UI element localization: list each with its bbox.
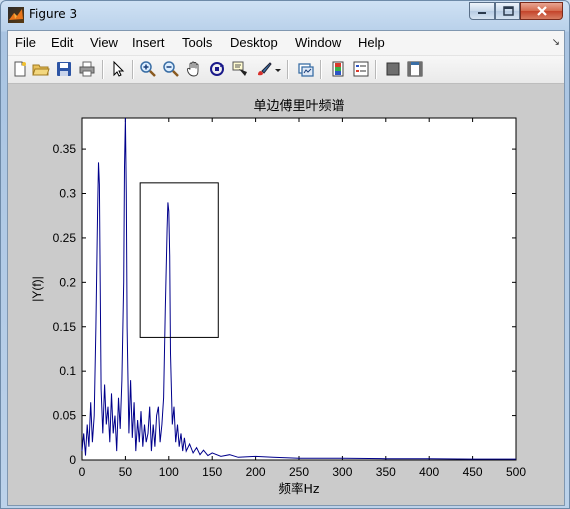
window-title: Figure 3 — [29, 7, 78, 21]
y-tick-label: 0.05 — [53, 409, 77, 423]
zoom-out-icon[interactable] — [162, 60, 180, 78]
plot-axes-box[interactable] — [81, 117, 517, 461]
x-tick-label: 500 — [506, 465, 526, 479]
x-tick-label: 100 — [159, 465, 179, 479]
menu-bar: File Edit View Insert Tools Desktop Wind… — [8, 31, 564, 56]
y-tick-label: 0.35 — [53, 142, 77, 156]
x-tick-label: 0 — [79, 465, 86, 479]
x-tick-label: 400 — [419, 465, 439, 479]
y-axis-label: |Y(f)| — [30, 276, 44, 302]
menu-edit[interactable]: Edit — [51, 35, 73, 50]
close-button[interactable] — [520, 2, 563, 20]
y-tick-label: 0.2 — [59, 275, 76, 289]
y-tick-label: 0 — [69, 453, 76, 467]
menu-help[interactable]: Help — [358, 35, 385, 50]
matlab-logo-icon — [8, 7, 24, 23]
figure-toolbar — [8, 56, 564, 84]
x-tick-label: 300 — [332, 465, 352, 479]
edit-plot-arrow-icon[interactable] — [109, 60, 127, 78]
menu-tools[interactable]: Tools — [182, 35, 212, 50]
figure-window: Figure 3 File Edit View Insert Tools Des… — [0, 0, 570, 509]
insert-legend-icon[interactable] — [352, 60, 370, 78]
x-axis-label: 频率Hz — [279, 481, 320, 496]
y-tick-label: 0.3 — [59, 187, 76, 201]
save-icon[interactable] — [55, 60, 73, 78]
x-tick-label: 50 — [119, 465, 133, 479]
x-tick-label: 450 — [463, 465, 483, 479]
brush-icon[interactable] — [255, 60, 273, 78]
figure-canvas: 单边傅里叶频谱 频率Hz |Y(f)| 0 50 100 150 200 250 300 35… — [8, 84, 564, 505]
minimize-button[interactable] — [469, 2, 495, 20]
menu-file[interactable]: File — [15, 35, 36, 50]
y-tick-label: 0.15 — [53, 320, 77, 334]
x-tick-label: 350 — [376, 465, 396, 479]
menu-window[interactable]: Window — [295, 35, 341, 50]
link-plot-icon[interactable] — [297, 60, 315, 78]
y-tick-label: 0.1 — [59, 364, 76, 378]
toolbar-separator — [132, 60, 134, 79]
zoom-in-icon[interactable] — [139, 60, 157, 78]
chart-svg[interactable]: 单边傅里叶频谱 频率Hz |Y(f)| 0 50 100 150 200 250 300 35… — [8, 84, 564, 505]
toolbar-separator — [320, 60, 322, 79]
toolbar-separator — [102, 60, 104, 79]
show-plot-tools-icon[interactable] — [406, 60, 424, 78]
insert-colorbar-icon[interactable] — [329, 60, 347, 78]
x-tick-label: 250 — [289, 465, 309, 479]
brush-dropdown-icon[interactable] — [274, 60, 282, 78]
data-cursor-icon[interactable] — [231, 60, 249, 78]
x-tick-label: 150 — [202, 465, 222, 479]
toolbar-separator — [287, 60, 289, 79]
pan-hand-icon[interactable] — [185, 60, 203, 78]
figure-client-area: File Edit View Insert Tools Desktop Wind… — [7, 30, 565, 506]
title-bar[interactable]: Figure 3 — [1, 1, 569, 30]
toolbar-separator — [375, 60, 377, 79]
menubar-dock-arrow-icon[interactable]: ↘ — [552, 37, 560, 48]
print-icon[interactable] — [78, 60, 96, 78]
menu-insert[interactable]: Insert — [132, 35, 165, 50]
menu-view[interactable]: View — [90, 35, 118, 50]
chart-title: 单边傅里叶频谱 — [253, 99, 344, 114]
hide-plot-tools-icon[interactable] — [384, 60, 402, 78]
menu-desktop[interactable]: Desktop — [230, 35, 278, 50]
open-file-icon[interactable] — [32, 60, 50, 78]
rotate-3d-icon[interactable] — [208, 60, 226, 78]
y-tick-label: 0.25 — [53, 231, 77, 245]
maximize-button[interactable] — [495, 2, 520, 20]
x-tick-label: 200 — [246, 465, 266, 479]
new-figure-icon[interactable] — [11, 60, 29, 78]
